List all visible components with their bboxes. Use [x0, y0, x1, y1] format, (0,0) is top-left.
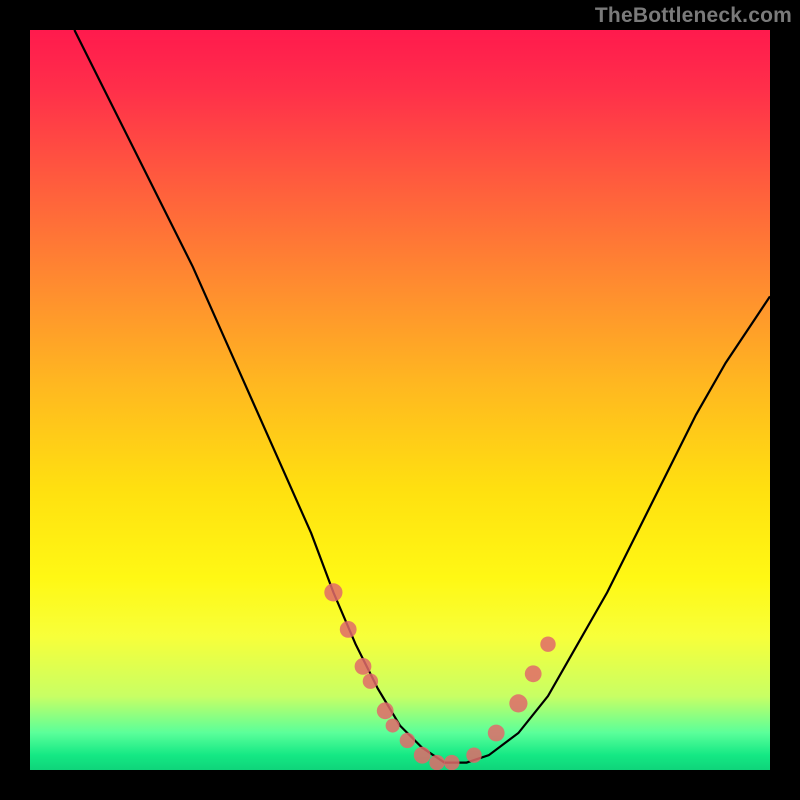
marker-dot: [386, 719, 400, 733]
watermark-text: TheBottleneck.com: [595, 4, 792, 28]
marker-dot: [509, 694, 527, 712]
plot-area: [30, 30, 770, 770]
marker-dot: [355, 658, 372, 675]
marker-dot: [377, 702, 394, 719]
marker-dot: [444, 755, 459, 770]
curve-svg: [30, 30, 770, 770]
marker-dot: [540, 637, 555, 652]
marker-dot: [324, 583, 342, 601]
marker-dot: [488, 725, 505, 742]
marker-dot: [429, 755, 444, 770]
marker-dot: [400, 733, 415, 748]
marker-dot: [363, 674, 378, 689]
marker-dot: [466, 748, 481, 763]
marker-dot: [414, 747, 431, 764]
marker-dot: [340, 621, 357, 638]
curve-markers: [324, 583, 555, 770]
marker-dot: [525, 665, 542, 682]
bottleneck-curve: [74, 30, 770, 763]
chart-frame: TheBottleneck.com: [0, 0, 800, 800]
